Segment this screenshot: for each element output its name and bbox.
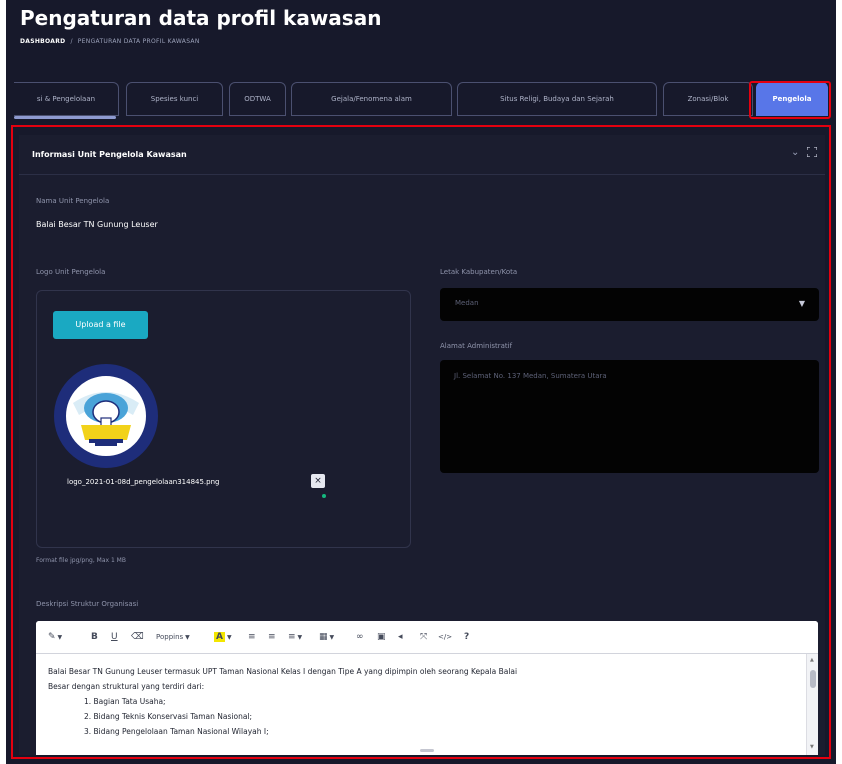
bold-icon[interactable]: B	[91, 630, 98, 645]
editor-content[interactable]: Balai Besar TN Gunung Leuser termasuk UP…	[36, 654, 806, 755]
table-icon[interactable]: ▦ ▼	[319, 630, 334, 645]
tab-gejala-fenomena[interactable]: Gejala/Fenomena alam	[291, 82, 452, 116]
remove-file-icon[interactable]: ×	[311, 474, 325, 488]
editor-toolbar: ✎ ▼ B U ⌫ Poppins ▼ A ▼ ≡ ≡ ≡ ▼ ▦ ▼ ∞ ▣ ◂ ⤧ <…	[36, 621, 818, 654]
breadcrumb-separator: /	[70, 38, 73, 45]
editor-scrollbar[interactable]: ▲ ▼	[806, 654, 818, 755]
tab-bar: si & Pengelolaan Spesies kunci ODTWA Gej…	[14, 82, 830, 118]
uploaded-file-name: logo_2021-01-08d_pengelolaan314845.png	[67, 478, 220, 486]
dropdown-caret-icon: ▼	[798, 299, 805, 308]
tabs-scroll-indicator[interactable]	[14, 116, 116, 119]
fullscreen-toggle-icon[interactable]: ⤧	[420, 630, 427, 645]
link-icon[interactable]: ∞	[356, 630, 364, 645]
list-item: 2. Bidang Teknis Konservasi Taman Nasion…	[84, 712, 253, 721]
content-line: Balai Besar TN Gunung Leuser termasuk UP…	[48, 667, 518, 676]
tab-lokasi-pengelolaan[interactable]: si & Pengelolaan	[14, 82, 119, 116]
tab-spesies-kunci[interactable]: Spesies kunci	[126, 82, 223, 116]
upload-file-button[interactable]: Upload a file	[53, 311, 148, 339]
rich-text-editor[interactable]: ✎ ▼ B U ⌫ Poppins ▼ A ▼ ≡ ≡ ≡ ▼ ▦ ▼ ∞ ▣ ◂ ⤧ <…	[36, 621, 818, 755]
fullscreen-icon[interactable]	[807, 147, 817, 157]
tab-pengelola-highlight	[749, 81, 831, 119]
image-icon[interactable]: ▣	[377, 630, 386, 645]
help-icon[interactable]: ?	[464, 630, 469, 645]
organization-logo	[54, 364, 158, 468]
kabupaten-select-value: Medan	[455, 299, 479, 307]
upload-success-dot	[322, 494, 326, 498]
kabupaten-select[interactable]: Medan ▼	[440, 288, 819, 321]
unordered-list-icon[interactable]: ≡	[248, 630, 256, 645]
unit-name-label: Nama Unit Pengelola	[36, 197, 110, 205]
page-title: Pengaturan data profil kawasan	[20, 6, 382, 30]
panel-title: Informasi Unit Pengelola Kawasan	[32, 150, 187, 159]
panel-header: Informasi Unit Pengelola Kawasan ⌄	[19, 135, 825, 175]
font-family-value: Poppins	[156, 633, 184, 641]
content-line: Besar dengan struktural yang terdiri dar…	[48, 682, 205, 691]
scrollbar-thumb[interactable]	[810, 670, 816, 688]
struktur-label: Deskripsi Struktur Organisasi	[36, 600, 139, 608]
font-family-select[interactable]: Poppins ▼	[156, 630, 190, 645]
eraser-icon[interactable]: ⌫	[131, 630, 144, 645]
video-icon[interactable]: ◂	[398, 630, 403, 645]
breadcrumb-dashboard-link[interactable]: DASHBOARD	[20, 38, 65, 45]
file-format-note: Format file jpg/png, Max 1 MB	[36, 557, 126, 564]
info-panel: Informasi Unit Pengelola Kawasan ⌄ Nama …	[19, 135, 825, 755]
list-item: 1. Bagian Tata Usaha;	[84, 697, 166, 706]
editor-resize-handle[interactable]	[420, 749, 434, 752]
alamat-value: Jl. Selamat No. 137 Medan, Sumatera Utar…	[454, 372, 607, 380]
alamat-label: Alamat Administratif	[440, 342, 513, 350]
tab-odtwa[interactable]: ODTWA	[229, 82, 286, 116]
unit-name-value: Balai Besar TN Gunung Leuser	[36, 220, 158, 229]
alamat-textarea[interactable]: Jl. Selamat No. 137 Medan, Sumatera Utar…	[440, 360, 819, 473]
breadcrumb: DASHBOARD / PENGATURAN DATA PROFIL KAWASAN	[20, 38, 200, 45]
chevron-down-icon[interactable]: ⌄	[791, 147, 799, 158]
tab-zonasi-blok[interactable]: Zonasi/Blok	[663, 82, 753, 116]
logo-upload-box[interactable]: Upload a file logo_2021-01-08d_pengelola…	[36, 290, 411, 548]
tab-situs-religi[interactable]: Situs Religi, Budaya dan Sejarah	[457, 82, 657, 116]
ordered-list-icon[interactable]: ≡	[268, 630, 276, 645]
logo-label: Logo Unit Pengelola	[36, 268, 106, 276]
paragraph-align-icon[interactable]: ≡ ▼	[288, 630, 302, 645]
underline-icon[interactable]: U	[111, 630, 118, 645]
code-view-icon[interactable]: </>	[438, 630, 452, 645]
magic-wand-icon[interactable]: ✎ ▼	[48, 630, 62, 645]
list-item: 3. Bidang Pengelolaan Taman Nasional Wil…	[84, 727, 269, 736]
text-color-icon[interactable]: A ▼	[214, 630, 232, 645]
breadcrumb-current: PENGATURAN DATA PROFIL KAWASAN	[77, 38, 200, 45]
scroll-up-icon[interactable]: ▲	[810, 657, 814, 663]
kabupaten-label: Letak Kabupaten/Kota	[440, 268, 518, 276]
scroll-down-icon[interactable]: ▼	[810, 744, 814, 750]
